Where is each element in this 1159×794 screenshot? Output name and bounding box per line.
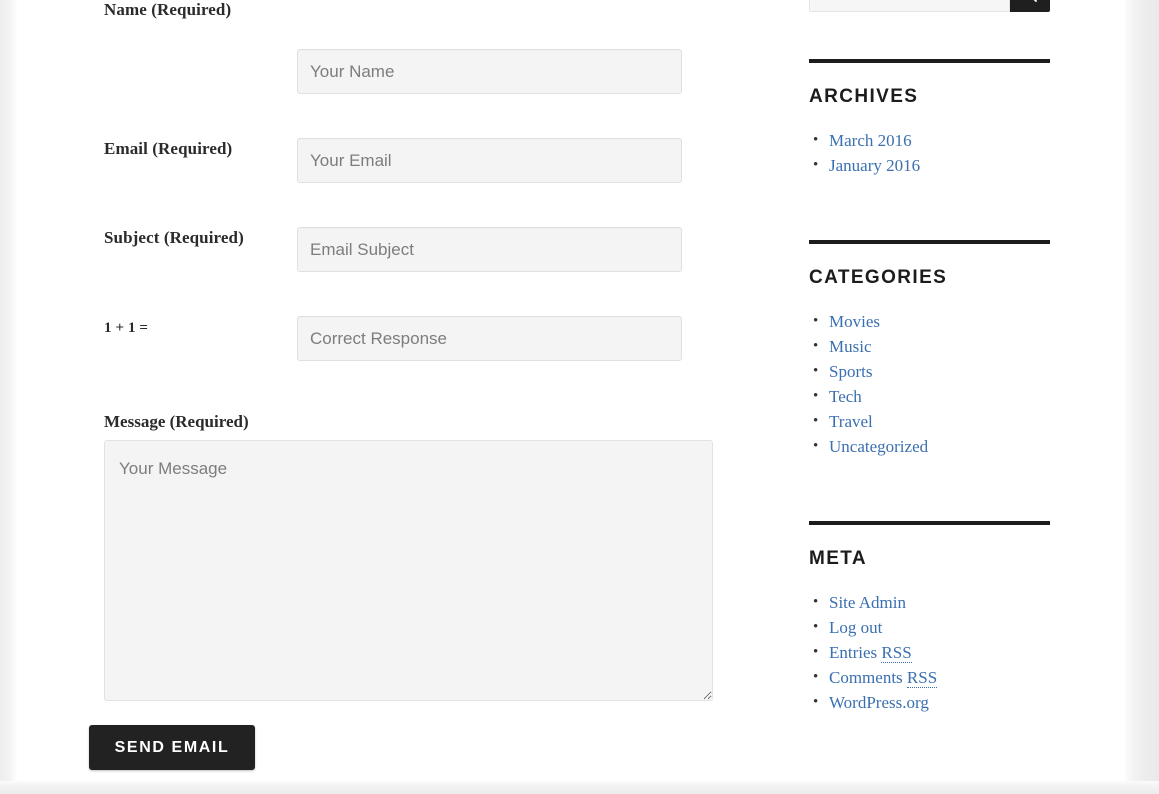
page-root: Name (Required) Email (Required) Subject…	[0, 0, 1159, 794]
widget-divider	[809, 521, 1050, 525]
widget-title-categories: Categories	[809, 267, 948, 288]
widget-divider	[809, 240, 1050, 244]
widget-categories: Categories Movies Music Sports Tech Trav…	[809, 240, 1050, 459]
archive-link-january-2016[interactable]: January 2016	[829, 156, 920, 175]
meta-link-site-admin[interactable]: Site Admin	[829, 593, 906, 612]
list-item: Entries RSS	[813, 640, 1050, 665]
category-link-sports[interactable]: Sports	[829, 362, 872, 381]
list-item: January 2016	[813, 153, 1050, 178]
category-link-music[interactable]: Music	[829, 337, 872, 356]
field-label-captcha: 1 + 1 =	[104, 320, 149, 336]
page-bottom-margin	[0, 781, 1159, 794]
meta-link-wordpress-org[interactable]: WordPress.org	[829, 693, 929, 712]
archives-list: March 2016 January 2016	[809, 128, 1050, 178]
meta-list: Site Admin Log out Entries RSS Comments …	[809, 590, 1050, 715]
send-email-button[interactable]: Send Email	[89, 725, 255, 770]
captcha-input[interactable]	[297, 316, 682, 361]
field-label-message: Message (Required)	[104, 412, 249, 431]
categories-list: Movies Music Sports Tech Travel Uncatego…	[809, 309, 1050, 459]
meta-link-entries-rss[interactable]: Entries RSS	[829, 643, 912, 663]
list-item: Travel	[813, 409, 1050, 434]
list-item: Music	[813, 334, 1050, 359]
search-input[interactable]	[809, 0, 1010, 12]
meta-link-entries-rss-text: Entries	[829, 643, 882, 662]
category-link-uncategorized[interactable]: Uncategorized	[829, 437, 928, 456]
widget-meta: Meta Site Admin Log out Entries RSS Comm…	[809, 521, 1050, 715]
form-field-name: Name (Required)	[104, 0, 724, 94]
subject-input[interactable]	[297, 227, 682, 272]
widget-divider	[809, 59, 1050, 63]
meta-link-comments-rss[interactable]: Comments RSS	[829, 668, 938, 688]
search-submit-button[interactable]	[1010, 0, 1050, 12]
page-right-margin	[1125, 0, 1159, 794]
category-link-travel[interactable]: Travel	[829, 412, 873, 431]
form-field-subject: Subject (Required)	[104, 178, 724, 272]
form-field-captcha: 1 + 1 =	[104, 267, 724, 361]
contact-form: Name (Required) Email (Required) Subject…	[89, 0, 724, 770]
list-item: Movies	[813, 309, 1050, 334]
category-link-movies[interactable]: Movies	[829, 312, 880, 331]
field-label-email: Email (Required)	[104, 139, 233, 158]
list-item: Log out	[813, 615, 1050, 640]
name-input[interactable]	[297, 49, 682, 94]
list-item: WordPress.org	[813, 690, 1050, 715]
search-widget	[809, 0, 1050, 12]
form-field-email: Email (Required)	[104, 89, 724, 183]
widget-title-archives: Archives	[809, 86, 919, 107]
list-item: Site Admin	[813, 590, 1050, 615]
list-item: Tech	[813, 384, 1050, 409]
meta-link-log-out[interactable]: Log out	[829, 618, 882, 637]
meta-link-comments-rss-text: Comments	[829, 668, 907, 687]
search-icon	[1033, 0, 1037, 2]
field-label-subject: Subject (Required)	[104, 228, 244, 247]
field-label-name: Name (Required)	[104, 0, 232, 19]
archive-link-march-2016[interactable]: March 2016	[829, 131, 912, 150]
list-item: March 2016	[813, 128, 1050, 153]
widget-title-meta: Meta	[809, 548, 868, 569]
rss-abbr: RSS	[881, 643, 912, 663]
message-textarea[interactable]	[104, 440, 713, 701]
email-input[interactable]	[297, 138, 682, 183]
list-item: Comments RSS	[813, 665, 1050, 690]
list-item: Sports	[813, 359, 1050, 384]
widget-archives: Archives March 2016 January 2016	[809, 59, 1050, 178]
rss-abbr: RSS	[906, 668, 938, 688]
list-item: Uncategorized	[813, 434, 1050, 459]
category-link-tech[interactable]: Tech	[829, 387, 862, 406]
